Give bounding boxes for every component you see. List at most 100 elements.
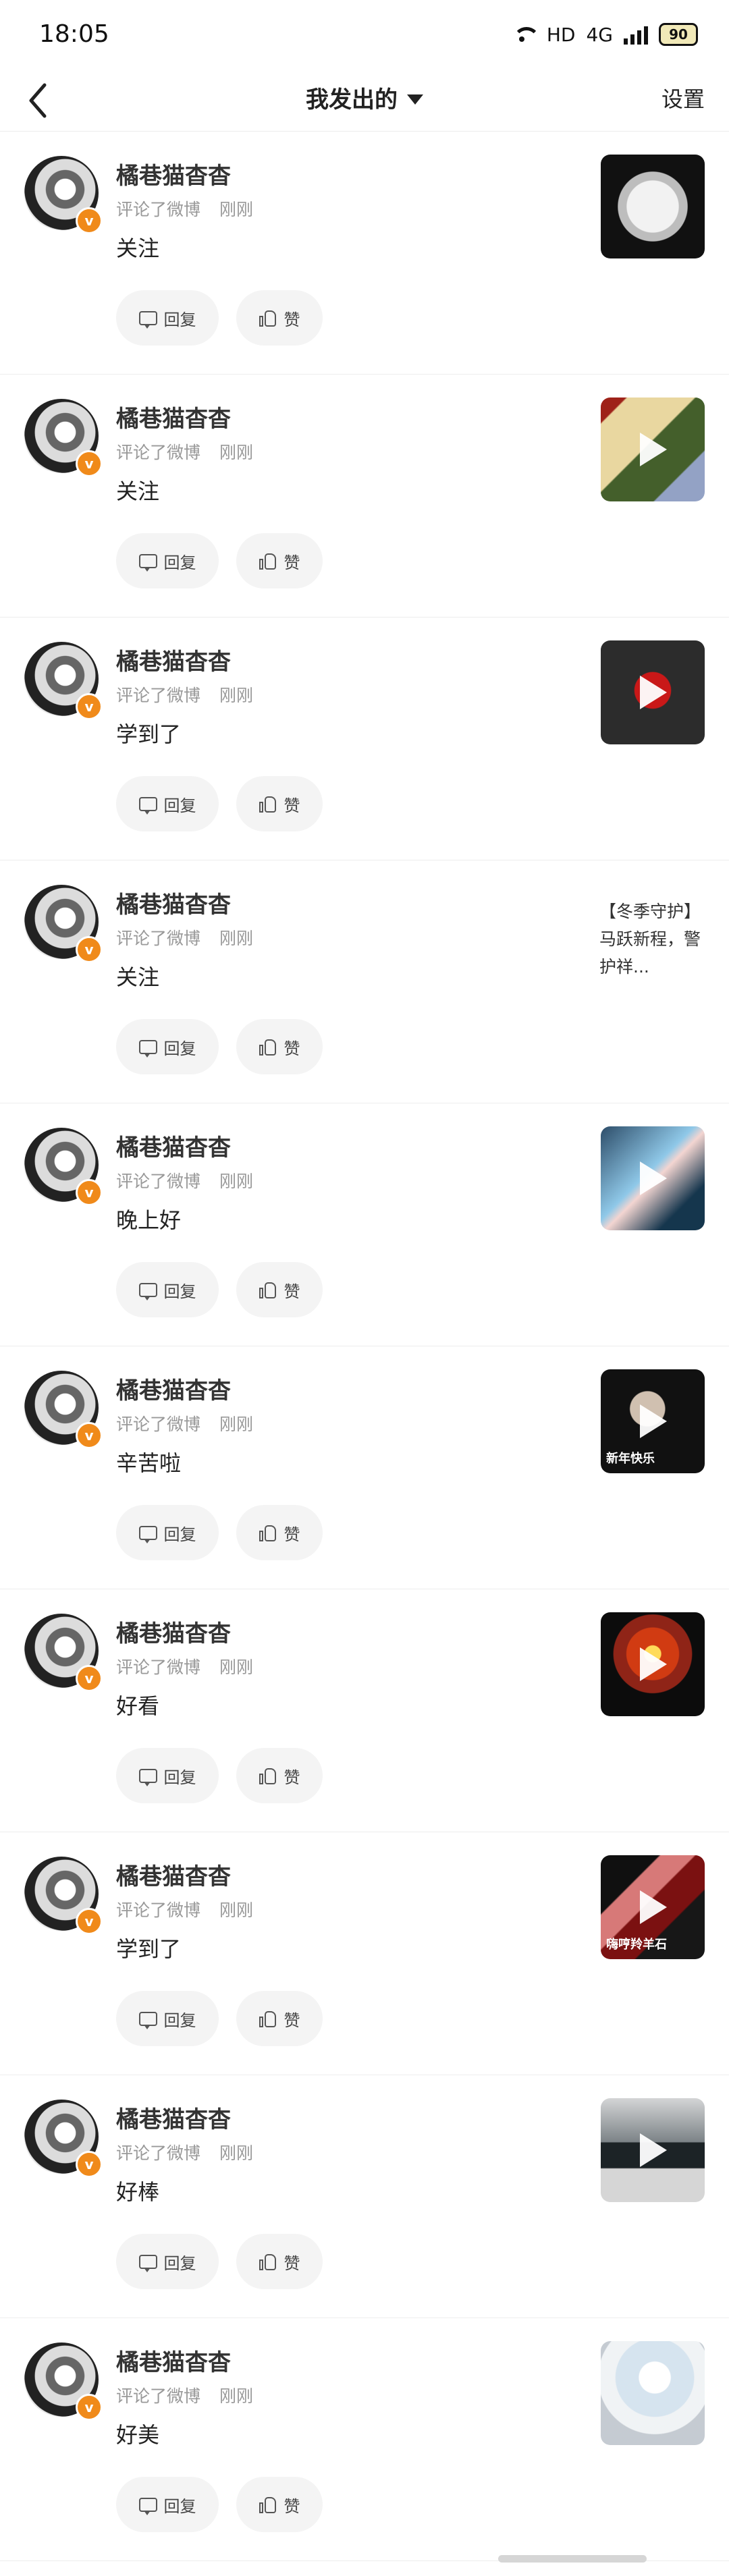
- reply-button[interactable]: 回复: [116, 1748, 219, 1803]
- like-button[interactable]: 赞: [236, 1019, 323, 1074]
- like-label: 赞: [284, 1767, 300, 1787]
- like-button[interactable]: 赞: [236, 1748, 323, 1803]
- reply-button[interactable]: 回复: [116, 2477, 219, 2532]
- reply-button[interactable]: 回复: [116, 2234, 219, 2289]
- user-name[interactable]: 橘巷猫杳杳: [116, 2101, 231, 2134]
- comment-bubble-icon: [138, 2497, 157, 2515]
- user-name[interactable]: 橘巷猫杳杳: [116, 157, 231, 190]
- like-label: 赞: [284, 1039, 300, 1058]
- reply-button[interactable]: 回复: [116, 1505, 219, 1560]
- avatar[interactable]: v: [24, 1857, 103, 1935]
- top-nav-bar: 我发出的 设置: [0, 74, 729, 132]
- like-button[interactable]: 赞: [236, 2234, 323, 2289]
- video-thumbnail[interactable]: [601, 1612, 705, 1716]
- comment-text: 好棒: [116, 2179, 160, 2205]
- wifi-icon: [510, 26, 540, 43]
- reply-button[interactable]: 回复: [116, 1262, 219, 1317]
- avatar[interactable]: v: [24, 2342, 103, 2421]
- time-text: 刚刚: [219, 1172, 254, 1191]
- avatar[interactable]: v: [24, 1128, 103, 1206]
- user-name[interactable]: 橘巷猫杳杳: [116, 1129, 231, 1162]
- reply-label: 回复: [163, 553, 196, 572]
- time-text: 刚刚: [219, 1900, 254, 1920]
- comment-item: v 橘巷猫杳杳 评论了微博 刚刚 辛苦啦 回复 赞 新年快乐: [0, 1346, 729, 1589]
- time-text: 刚刚: [219, 443, 254, 462]
- reply-button[interactable]: 回复: [116, 290, 219, 346]
- video-thumbnail[interactable]: 嗨哼羚羊石: [601, 1855, 705, 1959]
- comment-item: v 橘巷猫杳杳 评论了微博 刚刚 好看 回复 赞: [0, 1589, 729, 1832]
- comment-bubble-icon: [138, 1039, 157, 1058]
- user-name[interactable]: 橘巷猫杳杳: [116, 886, 231, 919]
- avatar[interactable]: v: [24, 885, 103, 963]
- avatar[interactable]: v: [24, 642, 103, 720]
- network-label: HD: [546, 23, 576, 46]
- user-name[interactable]: 橘巷猫杳杳: [116, 643, 231, 676]
- like-button[interactable]: 赞: [236, 1262, 323, 1317]
- comment-item: v 橘巷猫杳杳 评论了微博 刚刚 关注 回复 赞: [0, 375, 729, 618]
- reply-button[interactable]: 回复: [116, 776, 219, 831]
- post-preview-text[interactable]: 【冬季守护】马跃新程，警护祥...: [599, 898, 706, 981]
- like-button[interactable]: 赞: [236, 290, 323, 346]
- video-thumbnail[interactable]: [601, 2098, 705, 2202]
- play-icon: [640, 433, 667, 466]
- reply-button[interactable]: 回复: [116, 1019, 219, 1074]
- comment-item: v 橘巷猫杳杳 评论了微博 刚刚 关注 回复 赞 【冬季守护】马跃新程，警护祥..…: [0, 860, 729, 1103]
- action-text: 评论了微博: [116, 929, 201, 948]
- comment-text: 关注: [116, 964, 160, 990]
- comment-bubble-icon: [138, 310, 157, 329]
- verified-badge-icon: v: [76, 1179, 103, 1206]
- video-thumbnail[interactable]: [601, 640, 705, 744]
- reply-label: 回复: [163, 1767, 196, 1787]
- like-label: 赞: [284, 2010, 300, 2030]
- comment-item: v 橘巷猫杳杳 评论了微博 刚刚 关注 回复 赞: [0, 132, 729, 375]
- avatar[interactable]: v: [24, 2100, 103, 2178]
- action-text: 评论了微博: [116, 686, 201, 705]
- user-name[interactable]: 橘巷猫杳杳: [116, 1615, 231, 1648]
- scroll-indicator: [498, 2555, 647, 2563]
- like-label: 赞: [284, 2253, 300, 2273]
- play-icon: [640, 676, 667, 709]
- avatar[interactable]: v: [24, 399, 103, 477]
- comment-bubble-icon: [138, 1525, 157, 1543]
- post-thumbnail[interactable]: [601, 2341, 705, 2445]
- like-label: 赞: [284, 553, 300, 572]
- status-bar: 18:05 HD 4G 90: [0, 0, 729, 74]
- page-title-dropdown[interactable]: 我发出的: [0, 81, 729, 114]
- verified-badge-icon: v: [76, 207, 103, 234]
- caret-down-icon: [407, 94, 423, 105]
- avatar[interactable]: v: [24, 1371, 103, 1449]
- avatar[interactable]: v: [24, 1614, 103, 1692]
- thumbs-up-icon: [259, 1767, 277, 1785]
- reply-label: 回复: [163, 2496, 196, 2516]
- comment-item: v 橘巷猫杳杳 评论了微博 刚刚 好棒 回复 赞: [0, 2075, 729, 2318]
- user-name[interactable]: 橘巷猫杳杳: [116, 2344, 231, 2377]
- user-name[interactable]: 橘巷猫杳杳: [116, 1858, 231, 1891]
- action-text: 评论了微博: [116, 1415, 201, 1434]
- like-button[interactable]: 赞: [236, 2477, 323, 2532]
- thumbnail-caption: 嗨哼羚羊石: [606, 1938, 667, 1952]
- comment-meta: 评论了微博 刚刚: [116, 196, 253, 221]
- video-thumbnail[interactable]: [601, 398, 705, 501]
- verified-badge-icon: v: [76, 450, 103, 477]
- page-title: 我发出的: [306, 86, 398, 113]
- user-name[interactable]: 橘巷猫杳杳: [116, 1372, 231, 1405]
- like-button[interactable]: 赞: [236, 533, 323, 588]
- comment-meta: 评论了微博 刚刚: [116, 925, 253, 950]
- like-label: 赞: [284, 1525, 300, 1544]
- comment-text: 好美: [116, 2422, 160, 2448]
- user-name[interactable]: 橘巷猫杳杳: [116, 400, 231, 433]
- action-text: 评论了微博: [116, 2386, 201, 2406]
- reply-button[interactable]: 回复: [116, 1991, 219, 2046]
- video-thumbnail[interactable]: 新年快乐: [601, 1369, 705, 1473]
- verified-badge-icon: v: [76, 693, 103, 720]
- post-thumbnail[interactable]: [601, 155, 705, 258]
- settings-link[interactable]: 设置: [662, 82, 705, 113]
- like-button[interactable]: 赞: [236, 1991, 323, 2046]
- verified-badge-icon: v: [76, 2151, 103, 2178]
- avatar[interactable]: v: [24, 156, 103, 234]
- reply-button[interactable]: 回复: [116, 533, 219, 588]
- play-icon: [640, 1404, 667, 1438]
- like-button[interactable]: 赞: [236, 1505, 323, 1560]
- video-thumbnail[interactable]: [601, 1126, 705, 1230]
- like-button[interactable]: 赞: [236, 776, 323, 831]
